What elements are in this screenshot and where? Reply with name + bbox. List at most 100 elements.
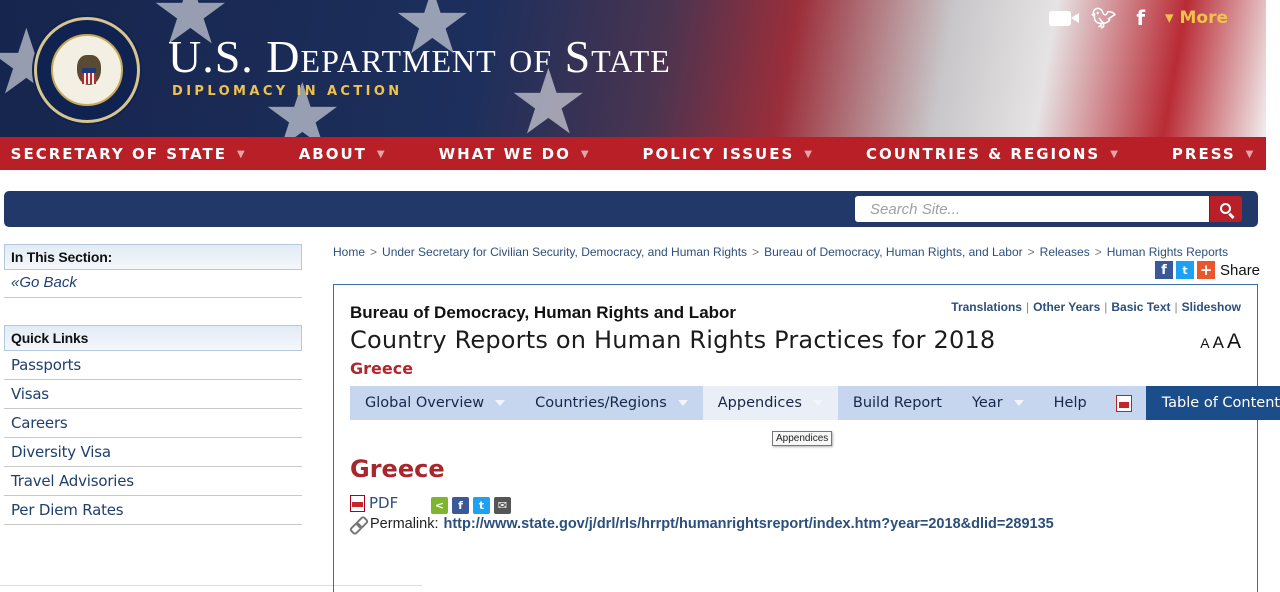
tab-label: Year xyxy=(971,395,1003,411)
breadcrumb: Home > Under Secretary for Civilian Securi… xyxy=(333,245,1228,259)
video-camera-icon[interactable] xyxy=(1048,10,1079,26)
nav-secretary-of-state[interactable]: SECRETARY OF STATE ▼ xyxy=(0,145,273,163)
permalink-row: Permalink: http://www.state.gov/j/drl/rl… xyxy=(350,516,1054,532)
email-icon[interactable]: ✉ xyxy=(494,497,511,514)
breadcrumb-separator: > xyxy=(752,245,760,259)
pdf-download-link[interactable]: PDF xyxy=(350,494,398,512)
translations-link[interactable]: Translations xyxy=(951,300,1022,314)
social-links: 🐦︎ f ▾ More xyxy=(1048,6,1228,30)
quick-link-careers[interactable]: Careers xyxy=(4,409,302,438)
breadcrumb-releases[interactable]: Releases xyxy=(1040,245,1090,259)
link-separator: | xyxy=(1025,300,1030,314)
text-size-medium-button[interactable]: A xyxy=(1213,333,1224,352)
facebook-share-icon[interactable]: f xyxy=(1155,261,1173,279)
twitter-share-icon[interactable]: t xyxy=(1176,261,1194,279)
tab-appendices[interactable]: Appendices xyxy=(702,386,838,420)
country-heading: Greece xyxy=(350,455,445,483)
link-chain-icon xyxy=(350,517,365,532)
dropdown-arrow-icon xyxy=(1013,400,1024,406)
quick-link-diversity-visa[interactable]: Diversity Visa xyxy=(4,438,302,467)
nav-label: PRESS xyxy=(1171,144,1236,163)
slideshow-link[interactable]: Slideshow xyxy=(1182,300,1241,314)
tab-label: Global Overview xyxy=(365,395,485,411)
nav-about[interactable]: ABOUT ▼ xyxy=(273,145,413,163)
nav-label: POLICY ISSUES xyxy=(642,144,795,163)
more-social-button[interactable]: ▾ More xyxy=(1165,8,1228,28)
quick-link-visas[interactable]: Visas xyxy=(4,380,302,409)
title-text: TATE xyxy=(591,43,671,79)
quick-link-per-diem-rates[interactable]: Per Diem Rates xyxy=(4,496,302,525)
text-size-small-button[interactable]: A xyxy=(1200,335,1209,351)
nav-press[interactable]: PRESS ▼ xyxy=(1146,145,1280,163)
tab-help[interactable]: Help xyxy=(1039,386,1102,420)
plus-share-icon[interactable]: + xyxy=(1197,261,1215,279)
permalink-label: Permalink: xyxy=(370,516,439,532)
in-this-section-heading: In This Section: xyxy=(4,244,302,270)
tab-global-overview[interactable]: Global Overview xyxy=(350,386,520,420)
tab-label: Countries/Regions xyxy=(535,395,667,411)
caret-down-icon: ▼ xyxy=(376,148,387,160)
tab-pdf[interactable] xyxy=(1102,386,1146,420)
tab-table-of-contents[interactable]: Table of Contents xyxy=(1145,386,1280,420)
title-text: EPARTMENT xyxy=(300,43,497,79)
tab-label: Table of Contents xyxy=(1161,395,1280,411)
facebook-icon[interactable]: f xyxy=(452,497,469,514)
share-toolbar: f t + Share xyxy=(1155,261,1260,279)
nav-label: WHAT WE DO xyxy=(438,144,571,163)
tab-label: Build Report xyxy=(852,395,942,411)
department-tagline: DIPLOMACY IN ACTION xyxy=(172,84,403,99)
caret-down-icon: ▼ xyxy=(1110,148,1120,160)
title-text: S xyxy=(564,31,592,82)
twitter-icon[interactable]: t xyxy=(473,497,490,514)
breadcrumb-separator: > xyxy=(1094,245,1102,259)
tab-countries-regions[interactable]: Countries/Regions xyxy=(520,386,703,420)
page-title: Country Reports on Human Rights Practice… xyxy=(350,326,996,354)
nav-countries-regions[interactable]: COUNTRIES & REGIONS ▼ xyxy=(840,145,1146,163)
pdf-label: PDF xyxy=(369,494,399,512)
breadcrumb-separator: > xyxy=(1027,245,1035,259)
text-size-controls: AAA xyxy=(1197,330,1241,354)
breadcrumb-under-secretary[interactable]: Under Secretary for Civilian Security, D… xyxy=(382,245,747,259)
twitter-icon[interactable]: 🐦︎ xyxy=(1091,6,1116,30)
tab-year[interactable]: Year xyxy=(957,386,1039,420)
nav-label: COUNTRIES & REGIONS xyxy=(865,144,1101,163)
quick-link-travel-advisories[interactable]: Travel Advisories xyxy=(4,467,302,496)
article-share-icons: < f t ✉ xyxy=(431,497,511,514)
nav-label: ABOUT xyxy=(298,144,367,163)
search-input[interactable] xyxy=(855,196,1209,222)
department-title[interactable]: U.S. DEPARTMENT OF STATE xyxy=(168,30,671,83)
facebook-icon[interactable]: f xyxy=(1136,6,1145,30)
share-label[interactable]: Share xyxy=(1220,262,1260,279)
breadcrumb-human-rights-reports[interactable]: Human Rights Reports xyxy=(1107,245,1228,259)
search-bar xyxy=(4,191,1258,227)
other-years-link[interactable]: Other Years xyxy=(1033,300,1100,314)
report-utility-links: Translations | Other Years | Basic Text | Slid… xyxy=(951,300,1241,314)
dropdown-arrow-icon xyxy=(812,400,823,406)
quick-link-passports[interactable]: Passports xyxy=(4,351,302,380)
caret-down-icon: ▼ xyxy=(580,148,591,160)
country-subtitle: Greece xyxy=(350,359,414,378)
text-size-large-button[interactable]: A xyxy=(1227,330,1241,353)
breadcrumb-home[interactable]: Home xyxy=(333,245,365,259)
caret-down-icon: ▼ xyxy=(237,148,247,160)
breadcrumb-separator: > xyxy=(370,245,378,259)
pdf-icon xyxy=(1115,394,1132,412)
department-seal-logo[interactable] xyxy=(34,17,140,123)
more-label: More xyxy=(1179,8,1228,28)
nav-what-we-do[interactable]: WHAT WE DO ▼ xyxy=(413,145,617,163)
permalink-url[interactable]: http://www.state.gov/j/drl/rls/hrrpt/hum… xyxy=(444,516,1054,532)
nav-policy-issues[interactable]: POLICY ISSUES ▼ xyxy=(617,145,840,163)
main-navigation: SECRETARY OF STATE ▼ ABOUT ▼ WHAT WE DO ▼ P… xyxy=(0,137,1266,170)
divider xyxy=(4,297,302,298)
tab-build-report[interactable]: Build Report xyxy=(838,386,957,420)
nav-label: SECRETARY OF STATE xyxy=(10,144,227,163)
quick-links-heading: Quick Links xyxy=(4,325,302,351)
breadcrumb-bureau[interactable]: Bureau of Democracy, Human Rights, and L… xyxy=(764,245,1023,259)
tooltip: Appendices xyxy=(772,431,833,446)
basic-text-link[interactable]: Basic Text xyxy=(1111,300,1170,314)
title-text: U.S. D xyxy=(168,31,301,82)
site-banner: ★ ★ ★ ★ ★ U.S. DEPARTMENT OF STATE DIPLO… xyxy=(0,0,1266,137)
go-back-link[interactable]: «Go Back xyxy=(11,274,77,291)
share-icon[interactable]: < xyxy=(431,497,448,514)
search-button[interactable] xyxy=(1210,196,1242,222)
